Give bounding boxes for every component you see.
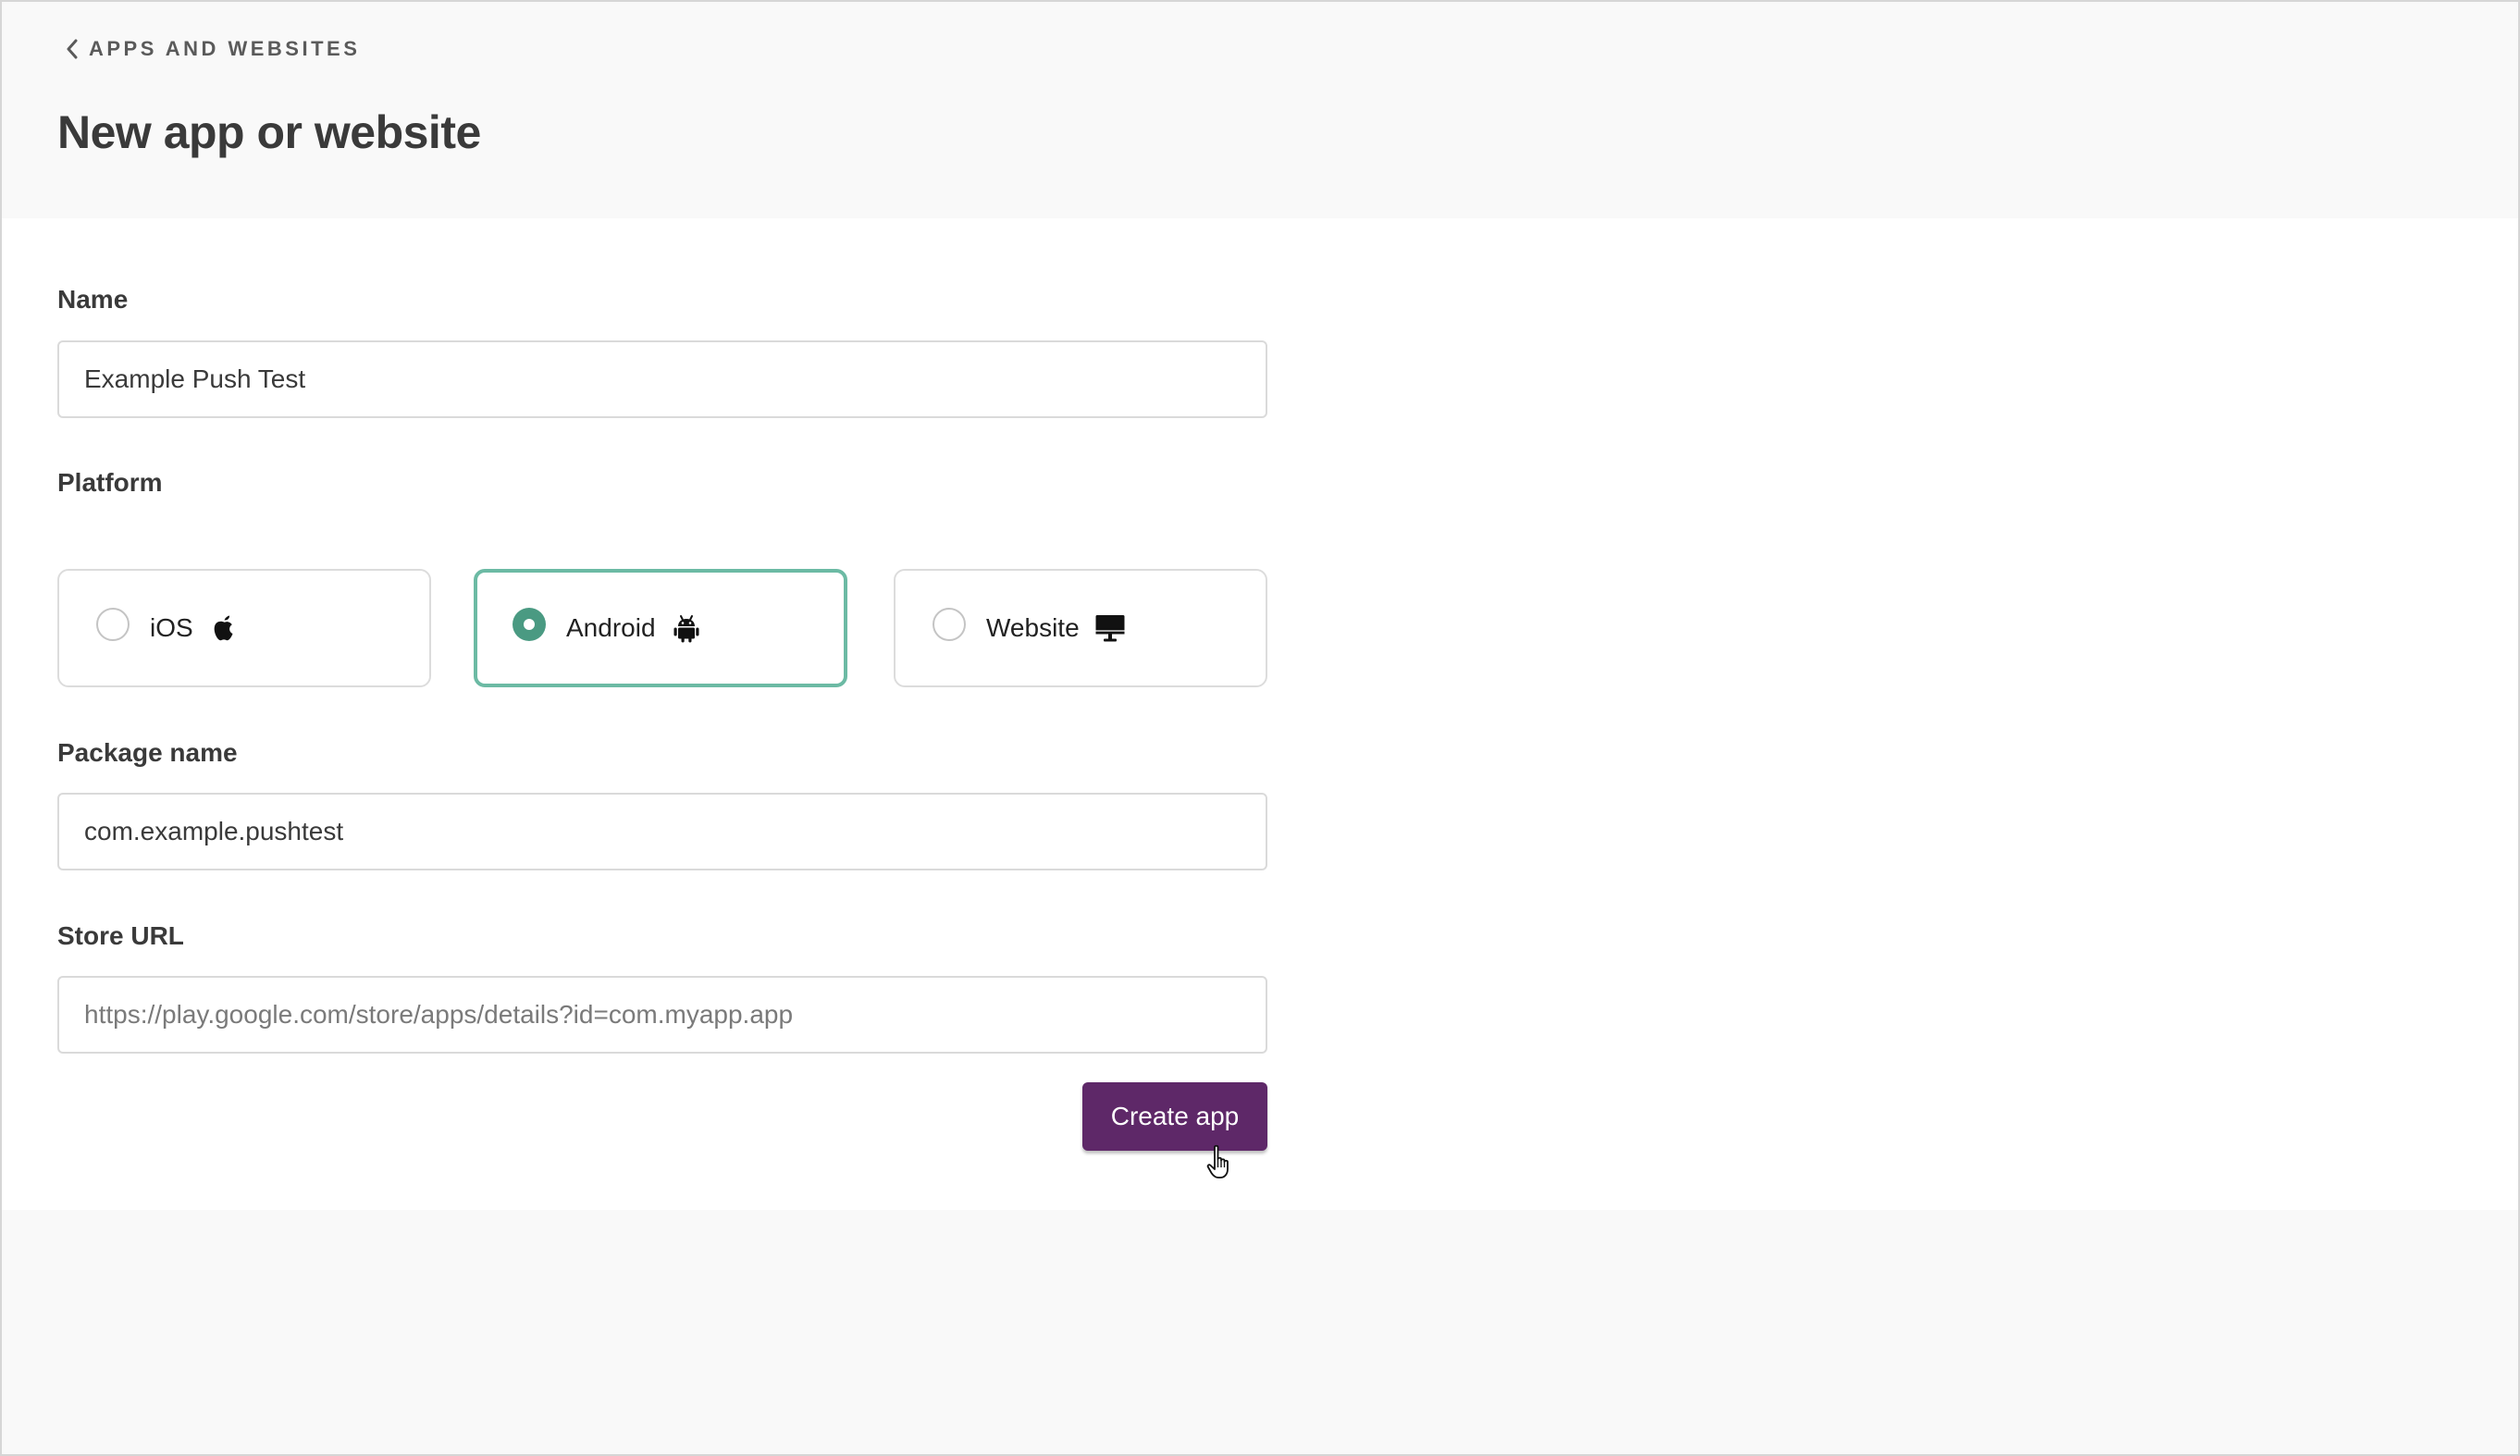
platform-label: Platform <box>57 468 163 497</box>
platform-option-label: Website <box>986 613 1080 642</box>
platform-option-android[interactable]: Android <box>474 569 847 687</box>
apple-icon <box>214 615 233 641</box>
platform-option-website[interactable]: Website <box>894 569 1267 687</box>
name-input[interactable] <box>57 340 1267 418</box>
chevron-left-icon <box>67 39 78 59</box>
hand-pointer-cursor-icon <box>1206 1144 1229 1178</box>
name-label: Name <box>57 285 129 314</box>
platform-option-label: Android <box>566 613 656 642</box>
platform-option-label: iOS <box>150 613 193 642</box>
breadcrumb-back-link[interactable]: APPS AND WEBSITES <box>65 37 360 61</box>
ios-radio[interactable] <box>96 608 130 641</box>
package-name-label: Package name <box>57 738 238 767</box>
page-title: New app or website <box>57 106 481 158</box>
package-name-input[interactable] <box>57 793 1267 870</box>
android-radio[interactable] <box>513 608 546 641</box>
android-icon <box>673 615 699 643</box>
platform-option-ios[interactable]: iOS <box>57 569 431 687</box>
breadcrumb-label: APPS AND WEBSITES <box>89 37 361 60</box>
new-app-form: Name Platform iOS Android <box>2 218 2518 1210</box>
page-header: APPS AND WEBSITES New app or website <box>2 2 2518 218</box>
store-url-input[interactable] <box>57 976 1267 1054</box>
create-app-button[interactable]: Create app <box>1082 1082 1267 1151</box>
website-radio[interactable] <box>933 608 966 641</box>
desktop-monitor-icon <box>1095 615 1125 642</box>
store-url-label: Store URL <box>57 921 184 950</box>
app-window: APPS AND WEBSITES New app or website Nam… <box>0 0 2520 1456</box>
